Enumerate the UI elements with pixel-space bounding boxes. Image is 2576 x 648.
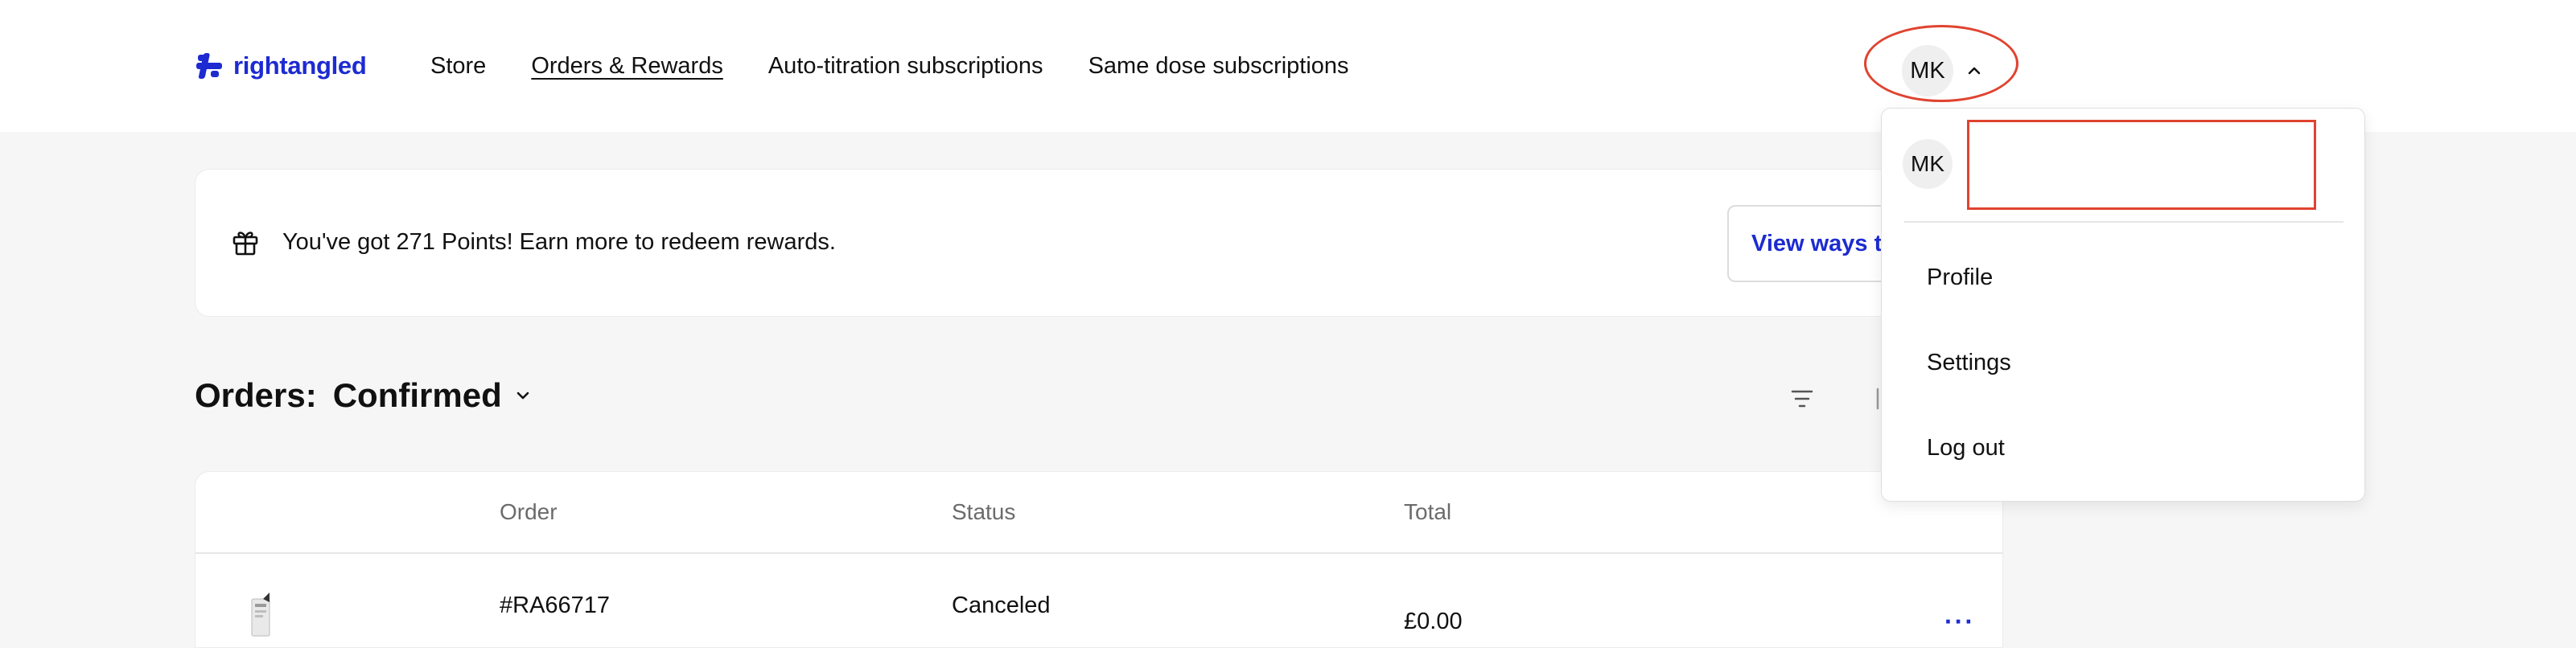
menu-item-settings[interactable]: Settings xyxy=(1927,350,2011,376)
column-header-status: Status xyxy=(952,499,1016,524)
brand-logo[interactable]: rightangled xyxy=(193,48,367,84)
product-thumbnail xyxy=(251,593,270,637)
user-dropdown-menu: MK Profile Settings Log out xyxy=(1881,108,2365,502)
dropdown-avatar: MK xyxy=(1903,139,1953,189)
annotation-ellipse xyxy=(1864,25,2018,102)
order-number[interactable]: #RA66717 xyxy=(500,593,610,619)
chevron-down-icon[interactable] xyxy=(513,386,533,405)
orders-table: Order Status Total #RA66717 Canceled £0.… xyxy=(195,471,2003,648)
order-total: £0.00 xyxy=(1404,609,1463,634)
rewards-banner: You've got 271 Points! Earn more to rede… xyxy=(195,169,2003,317)
nav-item-orders-rewards[interactable]: Orders & Rewards xyxy=(531,48,723,84)
orders-heading: Orders: Confirmed xyxy=(195,376,533,415)
nav-item-auto-titration[interactable]: Auto-titration subscriptions xyxy=(768,48,1043,84)
order-status: Canceled xyxy=(952,593,1051,618)
menu-item-profile[interactable]: Profile xyxy=(1927,265,1993,291)
orders-status-filter[interactable]: Confirmed xyxy=(333,376,502,415)
column-header-order: Order xyxy=(500,499,558,524)
brand-name: rightangled xyxy=(233,51,367,80)
table-header: Order Status Total xyxy=(195,472,2002,554)
filter-icon[interactable] xyxy=(1786,383,1818,415)
nav-item-same-dose[interactable]: Same dose subscriptions xyxy=(1088,48,1349,84)
rewards-message: You've got 271 Points! Earn more to rede… xyxy=(282,229,836,255)
main-nav: Store Orders & Rewards Auto-titration su… xyxy=(430,48,1349,84)
nav-item-store[interactable]: Store xyxy=(430,48,486,84)
column-header-total: Total xyxy=(1404,499,1452,524)
gift-icon xyxy=(232,232,258,256)
more-icon[interactable]: ··· xyxy=(1944,607,1975,637)
redacted-user-info xyxy=(1967,120,2316,210)
rightangled-logo-icon xyxy=(196,53,222,79)
menu-item-logout[interactable]: Log out xyxy=(1927,435,2005,461)
dropdown-divider xyxy=(1904,221,2344,223)
orders-label: Orders: xyxy=(195,376,317,414)
